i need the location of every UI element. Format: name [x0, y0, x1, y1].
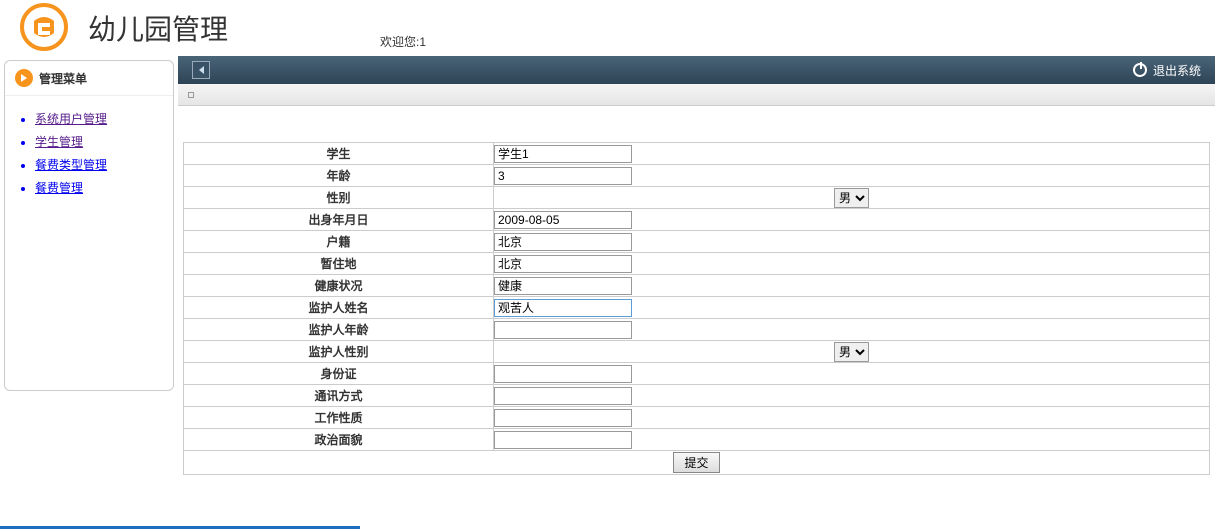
form-label: 工作性质: [184, 407, 494, 429]
form-row: 学生: [184, 143, 1210, 165]
form-label: 政治面貌: [184, 429, 494, 451]
input-通讯方式[interactable]: [494, 387, 632, 405]
form-value-cell: [494, 231, 1210, 253]
form-row: 暂住地: [184, 253, 1210, 275]
form-value-cell: [494, 143, 1210, 165]
menu-item-1[interactable]: 学生管理: [35, 135, 83, 149]
form-label: 年龄: [184, 165, 494, 187]
form-value-cell: [494, 363, 1210, 385]
form-row: 身份证: [184, 363, 1210, 385]
form-value-cell: [494, 429, 1210, 451]
page-header: 幼儿园管理 欢迎您:1: [0, 0, 1215, 56]
input-户籍[interactable]: [494, 233, 632, 251]
input-监护人姓名[interactable]: [494, 299, 632, 317]
form-table: 学生年龄性别男出身年月日户籍暂住地健康状况监护人姓名监护人年龄监护人性别男身份证…: [183, 142, 1210, 475]
menu-item-2[interactable]: 餐费类型管理: [35, 158, 107, 172]
sub-toolbar: [178, 84, 1215, 106]
form-row: 工作性质: [184, 407, 1210, 429]
menu-item-0[interactable]: 系统用户管理: [35, 112, 107, 126]
input-健康状况[interactable]: [494, 277, 632, 295]
form-label: 户籍: [184, 231, 494, 253]
form-value-cell: 男: [494, 187, 1210, 209]
form-row: 监护人姓名: [184, 297, 1210, 319]
form-label: 暂住地: [184, 253, 494, 275]
app-title: 幼儿园管理: [88, 8, 228, 48]
logout-button[interactable]: 退出系统: [1133, 62, 1201, 79]
welcome-text: 欢迎您:1: [380, 33, 426, 50]
collapse-sidebar-icon[interactable]: [192, 61, 210, 79]
content-area: 退出系统 学生年龄性别男出身年月日户籍暂住地健康状况监护人姓名监护人年龄监护人性…: [178, 56, 1215, 475]
form-row: 通讯方式: [184, 385, 1210, 407]
select-监护人性别[interactable]: 男: [834, 342, 869, 362]
power-icon: [1133, 63, 1147, 77]
sidebar-title: 管理菜单: [39, 70, 87, 87]
form-body: 学生年龄性别男出身年月日户籍暂住地健康状况监护人姓名监护人年龄监护人性别男身份证…: [184, 143, 1210, 475]
sidebar-header: 管理菜单: [5, 61, 173, 96]
form-value-cell: 男: [494, 341, 1210, 363]
form-row: 监护人性别 男: [184, 341, 1210, 363]
input-身份证[interactable]: [494, 365, 632, 383]
form-label: 性别: [184, 187, 494, 209]
input-年龄[interactable]: [494, 167, 632, 185]
form-row: 政治面貌: [184, 429, 1210, 451]
form-label: 学生: [184, 143, 494, 165]
input-学生[interactable]: [494, 145, 632, 163]
form-row: 健康状况: [184, 275, 1210, 297]
form-value-cell: [494, 209, 1210, 231]
arrow-right-icon: [15, 69, 33, 87]
form-value-cell: [494, 275, 1210, 297]
menu-item-3[interactable]: 餐费管理: [35, 181, 83, 195]
sidebar: 管理菜单 系统用户管理学生管理餐费类型管理餐费管理: [4, 60, 174, 391]
form-label: 监护人性别: [184, 341, 494, 363]
form-value-cell: [494, 407, 1210, 429]
logout-label: 退出系统: [1153, 62, 1201, 79]
sub-toolbar-handle-icon: [188, 92, 194, 98]
top-toolbar: 退出系统: [178, 56, 1215, 84]
form-label: 出身年月日: [184, 209, 494, 231]
form-value-cell: [494, 165, 1210, 187]
form-value-cell: [494, 297, 1210, 319]
form-label: 身份证: [184, 363, 494, 385]
logo-icon: [20, 3, 68, 54]
submit-row: 提交: [184, 451, 1210, 475]
form-row: 性别 男: [184, 187, 1210, 209]
form-row: 出身年月日: [184, 209, 1210, 231]
input-出身年月日[interactable]: [494, 211, 632, 229]
form-value-cell: [494, 253, 1210, 275]
form-row: 年龄: [184, 165, 1210, 187]
input-监护人年龄[interactable]: [494, 321, 632, 339]
form-label: 通讯方式: [184, 385, 494, 407]
form-value-cell: [494, 319, 1210, 341]
form-label: 健康状况: [184, 275, 494, 297]
input-工作性质[interactable]: [494, 409, 632, 427]
select-性别[interactable]: 男: [834, 188, 869, 208]
form-row: 户籍: [184, 231, 1210, 253]
input-政治面貌[interactable]: [494, 431, 632, 449]
form-label: 监护人年龄: [184, 319, 494, 341]
form-value-cell: [494, 385, 1210, 407]
submit-button[interactable]: 提交: [673, 452, 719, 473]
form-row: 监护人年龄: [184, 319, 1210, 341]
input-暂住地[interactable]: [494, 255, 632, 273]
form-label: 监护人姓名: [184, 297, 494, 319]
menu-list: 系统用户管理学生管理餐费类型管理餐费管理: [5, 96, 173, 210]
